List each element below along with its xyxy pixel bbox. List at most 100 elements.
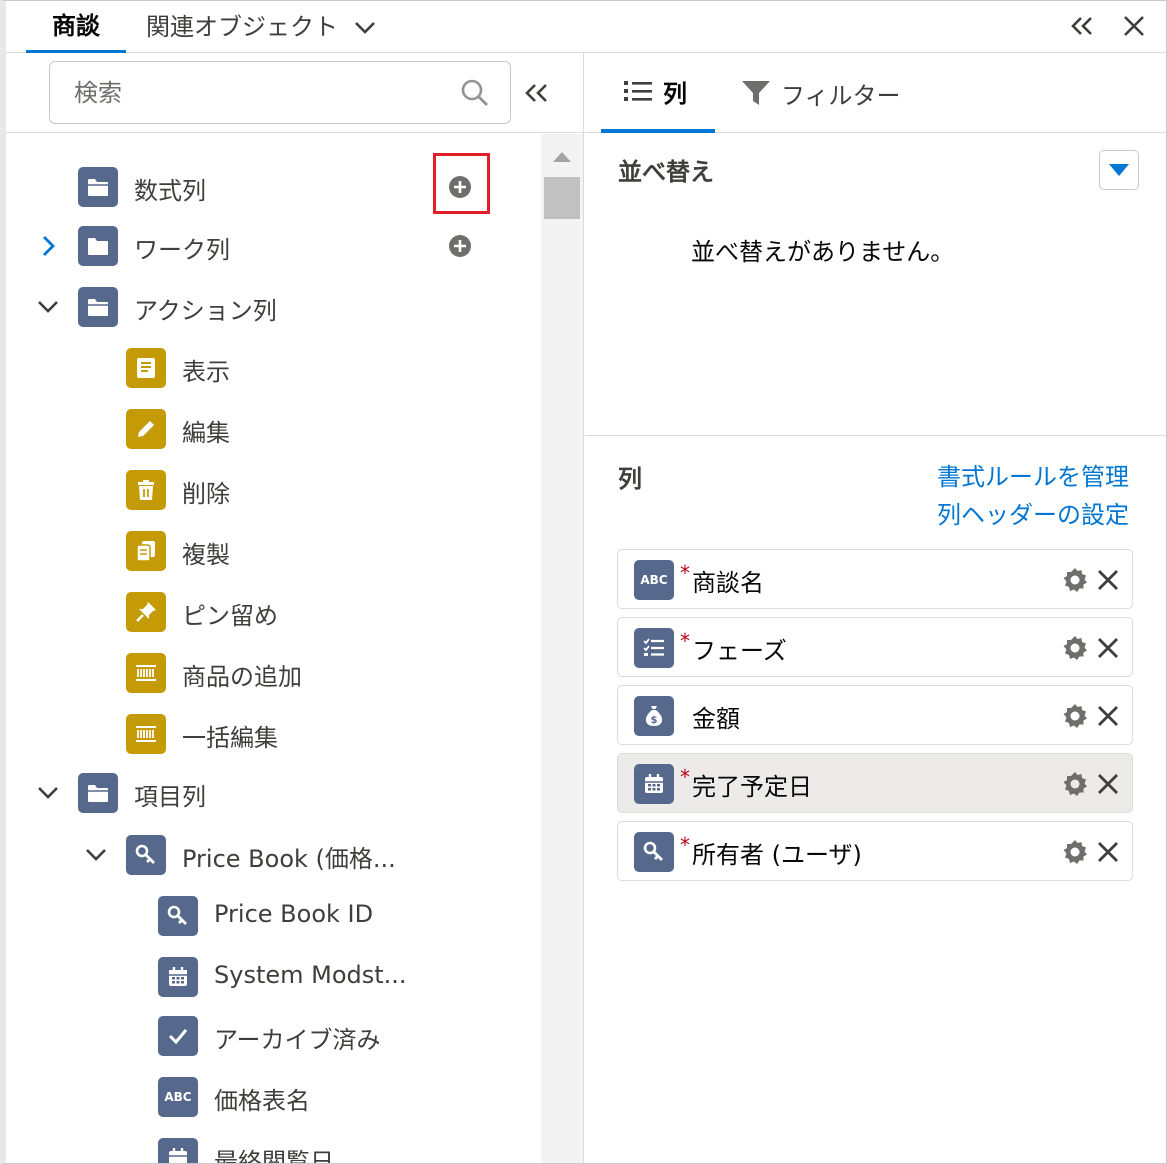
tab-columns[interactable]: 列 [601,53,715,133]
required-mark: * [680,833,690,857]
gear-icon[interactable] [1062,839,1088,865]
tree-item-mass-edit[interactable]: 一括編集 [6,706,541,762]
tree-item-clone[interactable]: 複製 [6,523,541,579]
calendar-icon [158,957,198,997]
tree-item-archived[interactable]: アーカイブ済み [6,1008,541,1064]
tab-filter-label: フィルター [781,81,901,110]
tree-item-system-modstamp[interactable]: System Modst... [6,949,541,1005]
text-abc-icon: ABC [158,1077,198,1117]
collapse-chevron[interactable] [34,779,62,807]
remove-icon[interactable] [1094,770,1122,798]
tab-opportunity[interactable]: 商談 [26,1,126,53]
tree-item-edit[interactable]: 編集 [6,401,541,457]
close-icon [1124,16,1144,36]
tree-item-label: 一括編集 [182,724,278,752]
top-tab-bar: 商談 関連オブジェクト [6,1,1166,53]
column-name: 完了予定日 [692,773,812,801]
tab-related-objects[interactable]: 関連オブジェクト [146,1,378,53]
pin-icon [126,592,166,632]
gear-icon[interactable] [1062,703,1088,729]
tree-item-label: 最終閲覧日 [214,1148,334,1164]
tree-item-label: ピン留め [182,602,278,630]
tree-item-last-viewed-date[interactable]: 最終閲覧日 [6,1130,541,1164]
tree-item-label: 表示 [182,358,230,386]
tab-columns-label: 列 [663,79,687,108]
column-header-settings-link[interactable]: 列ヘッダーの設定 [937,495,1129,530]
required-mark: * [680,629,690,653]
barcode-icon [126,714,166,754]
column-card-close-date[interactable]: * 完了予定日 [617,753,1133,813]
gear-icon[interactable] [1062,771,1088,797]
column-card-stage[interactable]: * フェーズ [617,617,1133,677]
folder-icon [78,226,118,266]
search-box[interactable] [49,61,511,124]
remove-icon[interactable] [1094,634,1122,662]
collapse-search-icon[interactable] [521,77,553,109]
required-mark: * [680,765,690,789]
text-abc-icon: ABC [634,560,674,600]
tree-item-label: ワーク列 [134,236,230,264]
expand-chevron[interactable] [34,232,62,260]
column-card-owner[interactable]: * 所有者 (ユーザ) [617,821,1133,881]
column-card-amount[interactable]: $ 金額 [617,685,1133,745]
search-input[interactable] [74,74,444,112]
tree-item-field-columns[interactable]: 項目列 [6,765,541,821]
search-row [6,53,584,133]
tree-item-price-book[interactable]: Price Book (価格... [6,827,541,883]
remove-icon[interactable] [1094,838,1122,866]
sort-menu-button[interactable] [1099,150,1139,190]
close-button[interactable] [1119,11,1149,41]
gear-icon[interactable] [1062,567,1088,593]
scroll-up-arrow-icon[interactable] [551,150,573,164]
remove-icon[interactable] [1094,702,1122,730]
lookup-icon [158,896,198,936]
chevron-down-icon [86,849,106,861]
column-name: 商談名 [692,569,764,597]
tree-item-pin[interactable]: ピン留め [6,584,541,640]
manage-format-rules-link[interactable]: 書式ルールを管理 [937,457,1129,492]
tree-item-add-product[interactable]: 商品の追加 [6,645,541,701]
gear-icon[interactable] [1062,635,1088,661]
add-icon [449,235,471,257]
folder-icon [78,167,118,207]
double-chevron-left-icon [1071,17,1092,35]
tree-item-label: 商品の追加 [182,663,302,691]
search-icon[interactable] [460,78,490,108]
filter-icon [742,81,770,105]
field-picker-pane: 数式列 ワーク列 [6,53,584,1164]
sort-empty-message: 並べ替えがありません。 [691,238,955,266]
scroll-thumb[interactable] [544,177,580,219]
chevron-down-icon [38,787,58,799]
collapse-chevron[interactable] [34,293,62,321]
column-name: フェーズ [692,637,787,665]
collapse-chevron[interactable] [82,841,110,869]
trash-icon [126,470,166,510]
tree-item-label: 価格表名 [214,1087,310,1115]
remove-icon[interactable] [1094,566,1122,594]
tree-item-label: 編集 [182,419,230,447]
tree-item-price-book-name[interactable]: ABC 価格表名 [6,1069,541,1125]
tree-item-label: System Modst... [214,961,407,989]
tab-filter[interactable]: フィルター [737,53,901,133]
columns-section: 列 書式ルールを管理 列ヘッダーの設定 ABC * 商談名 * フェーズ $ 金… [585,437,1166,1163]
tree-item-label: 複製 [182,541,230,569]
sort-title: 並べ替え [618,158,714,186]
tree-item-price-book-id[interactable]: Price Book ID [6,888,541,944]
tree-item-action-columns[interactable]: アクション列 [6,279,541,335]
tree-scrollbar[interactable] [541,134,583,1163]
add-work-column-button[interactable] [447,233,473,259]
folder-icon [78,287,118,327]
list-icon [624,81,652,101]
column-name: 金額 [692,705,740,733]
column-card-opportunity-name[interactable]: ABC * 商談名 [617,549,1133,609]
collapse-panel-button[interactable] [1067,11,1097,41]
tree-item-delete[interactable]: 削除 [6,462,541,518]
tree-item-label: 項目列 [134,783,206,811]
calendar-icon [634,764,674,804]
copy-icon [126,531,166,571]
tree-item-view[interactable]: 表示 [6,340,541,396]
currency-icon: $ [634,696,674,736]
calendar-icon [158,1138,198,1163]
config-tabs: 列 フィルター [585,53,1166,133]
tree-item-label: 数式列 [134,177,206,205]
